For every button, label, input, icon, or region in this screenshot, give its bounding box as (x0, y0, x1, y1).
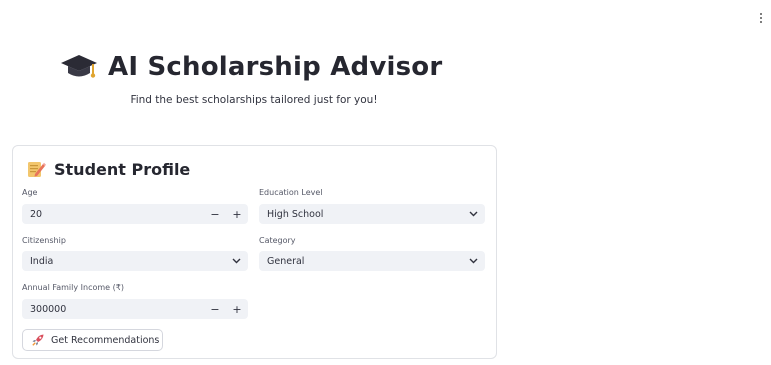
page-subtitle: Find the best scholarships tailored just… (130, 94, 378, 106)
education-level-value: High School (267, 208, 324, 220)
income-value[interactable]: 300000 (30, 304, 204, 315)
chevron-down-icon[interactable] (461, 204, 485, 224)
age-increment-button[interactable]: + (226, 208, 248, 221)
income-number-input[interactable]: 300000 − + (22, 299, 248, 319)
age-label: Age (22, 188, 38, 197)
graduation-cap-icon (61, 55, 97, 78)
age-value[interactable]: 20 (30, 209, 204, 220)
age-stepper: − + (204, 208, 248, 221)
citizenship-value: India (30, 255, 54, 267)
category-label: Category (259, 236, 296, 245)
page-title: AI Scholarship Advisor (108, 52, 443, 82)
education-level-select[interactable]: High School (259, 204, 485, 224)
section-title: Student Profile (54, 159, 191, 179)
rocket-icon (32, 334, 44, 346)
income-increment-button[interactable]: + (226, 303, 248, 316)
citizenship-select[interactable]: India (22, 251, 248, 271)
chevron-down-icon[interactable] (461, 251, 485, 271)
section-header: Student Profile (26, 158, 190, 180)
education-level-label: Education Level (259, 188, 323, 197)
income-decrement-button[interactable]: − (204, 303, 226, 316)
age-decrement-button[interactable]: − (204, 208, 226, 221)
memo-icon (28, 162, 46, 177)
category-select[interactable]: General (259, 251, 485, 271)
chevron-down-icon[interactable] (224, 251, 248, 271)
citizenship-label: Citizenship (22, 236, 66, 245)
get-recommendations-label: Get Recommendations (51, 334, 160, 346)
age-number-input[interactable]: 20 − + (22, 204, 248, 224)
get-recommendations-button[interactable]: Get Recommendations (22, 329, 163, 351)
income-stepper: − + (204, 303, 248, 316)
student-profile-form: Student Profile Age 20 − + Education Lev… (12, 145, 497, 359)
main-menu-icon[interactable] (757, 13, 765, 27)
income-label: Annual Family Income (₹) (22, 283, 124, 292)
category-value: General (267, 255, 305, 267)
page-header: AI Scholarship Advisor (60, 50, 442, 84)
